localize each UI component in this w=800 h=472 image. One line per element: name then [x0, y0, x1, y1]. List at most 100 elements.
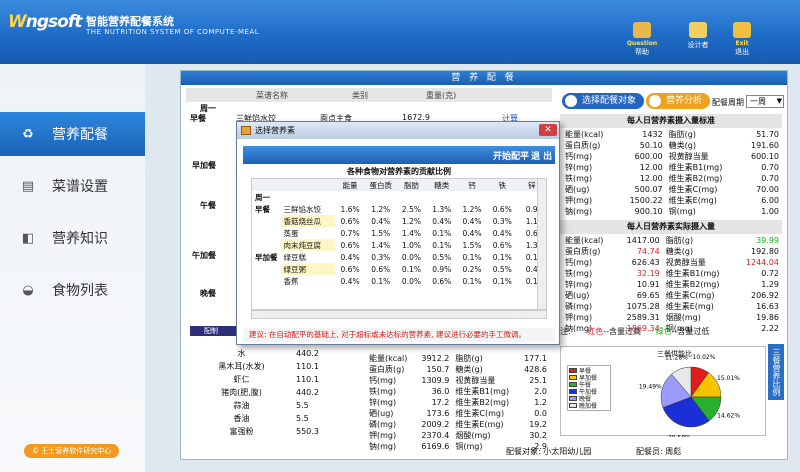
cell: 钠(mg) — [369, 442, 397, 451]
cell: 10.91 — [636, 280, 660, 289]
cell: 锌(mg) — [565, 280, 593, 289]
menu-grid-header: 菜谱名称 类别 重量(克) — [186, 88, 552, 102]
table-row: 硒(ug) 500.07 维生素C(mg) 70.00 — [562, 184, 782, 195]
auto-balance-button[interactable]: 开始配平 — [493, 149, 529, 162]
dialog-exit-button[interactable]: 退 出 — [531, 149, 552, 162]
cell: 32.19 — [636, 269, 660, 278]
cell: 0.72 — [761, 269, 779, 278]
value-cell: 1.2% — [401, 216, 421, 226]
cell: 550.3 — [296, 427, 319, 436]
table-row[interactable]: 香蕉 0.4% 0.1% 0.0% 0.6% 0.1% 0.1% 0.1 — [252, 275, 546, 287]
food-cell: 香菇烧丝瓜 — [280, 215, 335, 227]
cell: 蛋白质(g) — [369, 365, 405, 374]
cell: 19.2 — [529, 420, 547, 429]
cell: 69.65 — [636, 291, 660, 300]
dialog-titlebar[interactable]: 选择营养素 ✕ — [237, 122, 559, 139]
day-row: 周一 — [255, 192, 270, 202]
designer-button[interactable]: 设计者 — [678, 22, 718, 50]
cell: 36.0 — [431, 387, 450, 396]
table-row: 锌(mg) 10.91 维生素B2(mg) 1.29 — [562, 279, 782, 290]
nav-item-knowledge[interactable]: ◧ 营养知识 — [0, 216, 145, 260]
food-cell: 绿豆糕 — [283, 252, 307, 262]
value-cell: 0.1% — [492, 252, 512, 262]
cell: 440.2 — [296, 349, 319, 358]
pie-data-label: 11.28% — [665, 355, 688, 362]
nutrition-analysis-button[interactable]: 营养分析 — [646, 93, 711, 109]
value-cell: 0.6% — [340, 240, 360, 250]
food-cell: 肉末炖豆腐 — [280, 239, 335, 251]
side-tab[interactable]: 三餐营养比例 — [768, 344, 784, 400]
table-row[interactable]: 肉末炖豆腐 0.6% 1.4% 1.0% 0.1% 1.5% 0.6% 1.3 — [252, 239, 546, 251]
help-button[interactable]: Question 帮助 — [622, 22, 662, 57]
cell: 锌(mg) — [369, 398, 397, 407]
cell: 维生素B1(mg) — [668, 163, 723, 172]
cell: 铁(mg) — [565, 174, 593, 183]
cell: 脂肪(g) — [455, 354, 483, 363]
exit-button[interactable]: Exit 退出 — [722, 22, 762, 57]
cell: 25.1 — [529, 376, 547, 385]
cell: 6.00 — [761, 196, 779, 205]
value-cell: 0.1% — [432, 228, 452, 238]
table-row[interactable]: 早餐 三鲜馅水饺 1.6% 1.2% 2.5% 1.3% 1.2% 0.6% 0.9 — [252, 203, 546, 215]
cell: 192.80 — [751, 247, 779, 256]
book-icon: ▤ — [21, 178, 35, 194]
value-cell: 2.5% — [401, 204, 421, 214]
app-logo: Wngsoft — [8, 12, 82, 32]
question-icon — [633, 22, 651, 38]
pie-data-label: 29.58% — [668, 434, 691, 437]
actual-intake-title: 每人日营养素实际摄入量 — [560, 220, 782, 234]
cell: 能量(kcal) — [565, 236, 604, 245]
value-cell: 1.2% — [462, 204, 482, 214]
table-row: 能量(kcal) 1432 脂肪(g) 51.70 — [562, 129, 782, 140]
cycle-select[interactable]: 一周 ▼ — [746, 95, 784, 108]
meal-label: 早餐 — [190, 114, 206, 123]
nav-item-meal[interactable]: ♻ 营养配餐 — [0, 112, 145, 156]
pot-icon: ◒ — [22, 282, 34, 298]
table-row: 蛋白质(g) 150.7 糖类(g) 428.6 — [366, 364, 550, 375]
cell: 维生素E(mg) — [455, 420, 504, 429]
standard-intake-table: 能量(kcal) 1432 脂肪(g) 51.70 蛋白质(g) 50.10 糖类(g) 19… — [562, 129, 782, 217]
value-cell: 0.4% — [492, 228, 512, 238]
table-row[interactable]: 香菇烧丝瓜 0.6% 0.4% 1.2% 0.4% 0.4% 0.3% 1.1 — [252, 215, 546, 227]
food-cell: 绿豆粥 — [280, 263, 335, 275]
value-cell: 1.6% — [340, 204, 360, 214]
status-target: 配餐对象: 小太阳幼儿园 — [506, 447, 592, 456]
pie-data-label: 14.62% — [717, 413, 740, 420]
table-row: 水 440.2 — [190, 347, 350, 360]
cell: 12.00 — [639, 174, 663, 183]
exit-door-icon — [733, 22, 751, 38]
pie-svg: 10.02% 15.01% 14.62% 29.58% 19.49% 11.28% — [639, 354, 740, 437]
table-row: 蒜油 5.5 — [190, 399, 350, 412]
table-row: 能量(kcal) 1417.00 脂肪(g) 39.99 — [562, 235, 782, 246]
select-target-button[interactable]: 选择配餐对象 — [562, 93, 645, 109]
user-icon — [565, 95, 577, 107]
cell: 虾仁 — [233, 375, 250, 384]
cell: 维生素E(mg) — [668, 196, 717, 205]
cell: 19.86 — [756, 313, 779, 322]
table-row: 磷(mg) 1075.28 维生素E(mg) 16.63 — [562, 301, 782, 312]
table-row[interactable]: 蒸蛋 0.7% 1.5% 1.4% 0.1% 0.4% 0.4% 0.6 — [252, 227, 546, 239]
column-header: 糖类 — [434, 180, 450, 190]
close-icon[interactable]: ✕ — [539, 124, 557, 136]
value-cell: 0.0% — [401, 276, 421, 286]
value-cell: 0.1% — [492, 276, 512, 286]
cell: 维生素B2(mg) — [665, 280, 720, 289]
table-row: 钾(mg) 2589.31 烟酸(mg) 19.86 — [562, 312, 782, 323]
energy-pie-chart: 三餐供能比 早餐 早加餐 午餐 午加餐 晚餐 晚加餐 10.02% 15.01% 14.62%… — [560, 346, 766, 437]
value-cell: 1.5% — [462, 240, 482, 250]
vertical-scrollbar[interactable] — [537, 179, 546, 309]
nav-item-food-list[interactable]: ◒ 食物列表 — [0, 268, 145, 312]
cell: 猪肉(肥,腹) — [221, 388, 262, 397]
table-row[interactable]: 早加餐 绿豆糕 0.4% 0.3% 0.0% 0.5% 0.1% 0.1% 0.1 — [252, 251, 546, 263]
cell: 51.70 — [756, 130, 779, 139]
cell: 1244.04 — [745, 258, 779, 267]
horizontal-scrollbar[interactable] — [251, 310, 547, 319]
window-icon — [241, 126, 251, 135]
table-row[interactable]: 绿豆粥 0.6% 0.6% 0.1% 0.9% 0.2% 0.5% 0.4 — [252, 263, 546, 275]
recipe-nutrition-table: 能量(kcal) 3912.2 脂肪(g) 177.1 蛋白质(g) 150.7 糖类(g)… — [366, 353, 550, 452]
nav-item-recipe[interactable]: ▤ 菜谱设置 — [0, 164, 145, 208]
value-cell: 0.9% — [432, 264, 452, 274]
cell: 蒜油 — [233, 401, 250, 410]
cell: 500.07 — [634, 185, 663, 194]
cell: 191.60 — [751, 141, 779, 150]
